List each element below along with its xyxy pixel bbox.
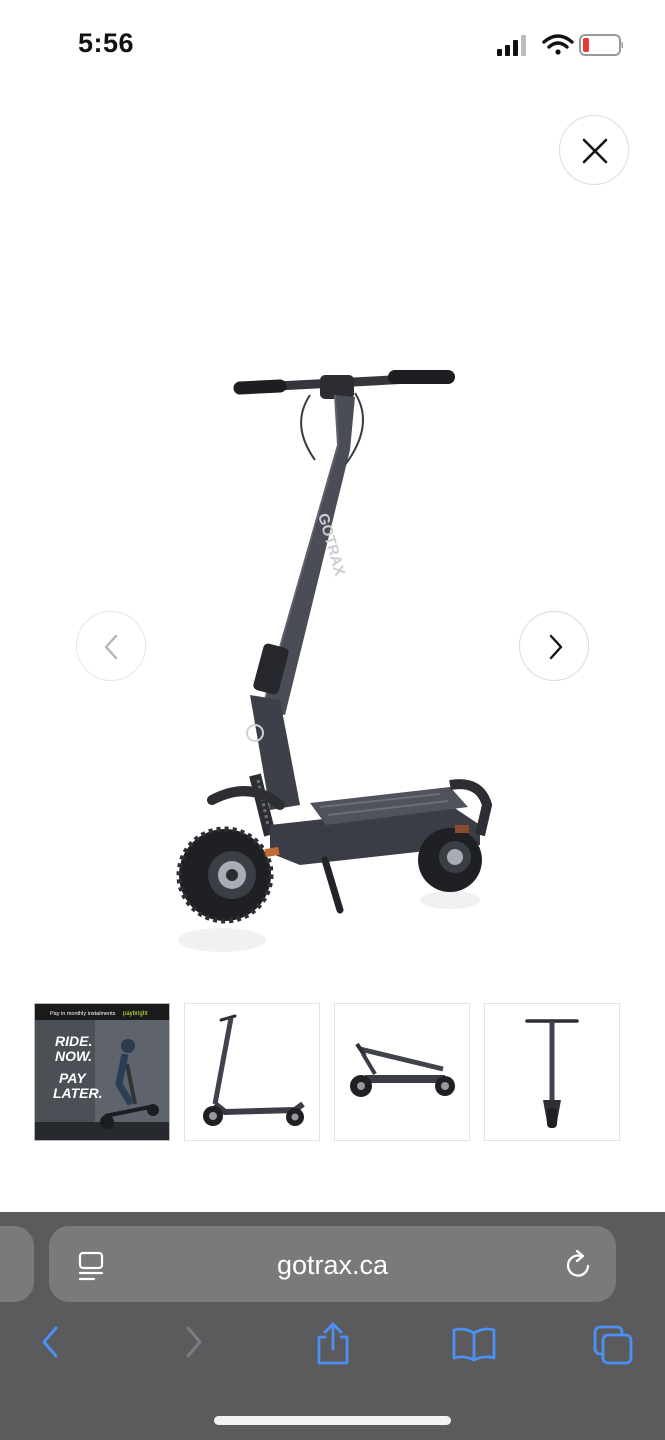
book-icon [452, 1327, 496, 1362]
promo-headline-4: LATER. [53, 1085, 103, 1101]
promo-partner-text: paybright [123, 1011, 148, 1017]
thumbnail-folded-view[interactable] [334, 1003, 470, 1141]
share-button[interactable] [313, 1322, 353, 1371]
promo-headline-2: NOW. [55, 1048, 92, 1064]
close-button[interactable] [559, 115, 629, 185]
promo-header-text: Pay in monthly instalments [50, 1011, 116, 1017]
battery-low-icon [579, 34, 624, 56]
thumbnail-front-view[interactable] [484, 1003, 620, 1141]
back-button[interactable] [36, 1322, 64, 1367]
status-time: 5:56 [78, 28, 135, 58]
bookmarks-button[interactable] [451, 1326, 497, 1367]
promo-headline-1: RIDE. [55, 1033, 92, 1049]
cellular-signal-icon [497, 35, 526, 56]
address-bar[interactable]: gotrax.ca [49, 1226, 616, 1302]
home-indicator[interactable] [214, 1416, 451, 1425]
chevron-left-icon [104, 634, 118, 660]
previous-tab-peek[interactable] [0, 1226, 34, 1302]
close-icon [582, 138, 608, 164]
url-text[interactable]: gotrax.ca [49, 1250, 616, 1281]
next-image-button[interactable] [519, 611, 589, 681]
chevron-right-icon [549, 634, 563, 660]
tabs-icon [593, 1325, 633, 1365]
chevron-right-icon [186, 1326, 202, 1358]
wifi-icon [542, 34, 574, 55]
thumbnail-promo[interactable]: Pay in monthly instalments paybright RID… [34, 1003, 170, 1141]
product-image[interactable]: GOTRAX [150, 355, 510, 980]
status-bar: 5:56 [0, 0, 665, 90]
status-icons [483, 32, 624, 58]
tabs-button[interactable] [592, 1324, 634, 1371]
share-icon [317, 1322, 349, 1365]
previous-image-button[interactable] [76, 611, 146, 681]
reload-icon[interactable] [564, 1248, 594, 1280]
thumbnail-side-view[interactable] [184, 1003, 320, 1141]
forward-button[interactable] [180, 1322, 208, 1367]
chevron-left-icon [42, 1326, 58, 1358]
promo-headline-3: PAY [59, 1070, 87, 1086]
